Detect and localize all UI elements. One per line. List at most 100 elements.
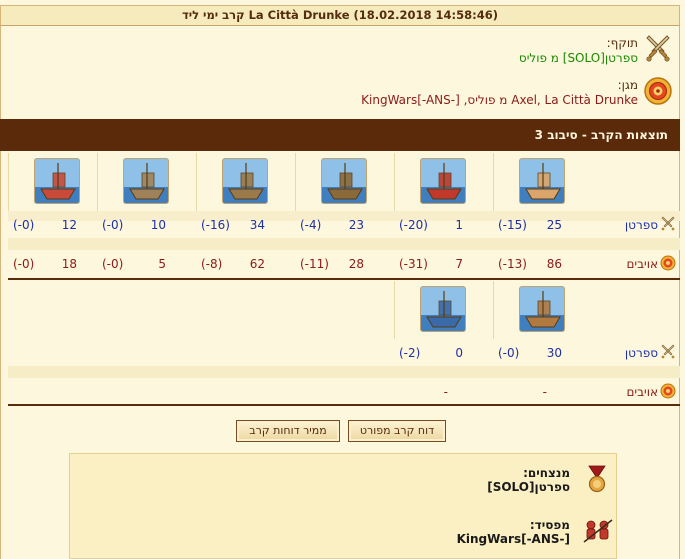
- round1-unit-cell: [97, 153, 196, 211]
- report-title: קרב ימי ליד La Città Drunke (18.02.2018 …: [0, 5, 680, 26]
- loser-value[interactable]: [-KingWars[-ANS: [457, 532, 570, 546]
- crossed-swords-icon: [661, 344, 675, 359]
- round2-attacker-loss: (-2): [399, 346, 421, 360]
- crossed-swords-icon: [646, 35, 670, 62]
- round2-attacker-count: 30: [546, 346, 562, 360]
- diving-boat-icon[interactable]: [519, 286, 565, 332]
- divider-2: [8, 404, 680, 406]
- crossed-swords-icon: [661, 216, 675, 231]
- round1-defender-label[interactable]: אויבים: [596, 252, 676, 276]
- round2-defender-dash: -: [443, 385, 448, 399]
- loser-block: מפסיד: [-KingWars[-ANS: [457, 518, 570, 546]
- round1-attacker-count: 10: [150, 218, 166, 232]
- paddle-steamer-icon[interactable]: [420, 286, 466, 332]
- round1-defender-loss: (-13): [498, 257, 527, 271]
- round1-attacker-loss: (-0): [13, 218, 35, 232]
- mortar-ship-icon[interactable]: [123, 158, 169, 204]
- defender-label: מגן:: [617, 78, 638, 92]
- round1-unit-cell: [295, 153, 394, 211]
- round1-attacker-label[interactable]: ספרטן: [596, 213, 676, 237]
- round1-attacker-cell: 12 (-0): [8, 213, 107, 237]
- round2-attacker-cell: 30 (-0): [493, 341, 592, 365]
- round2-defender-label[interactable]: אויבים: [596, 380, 676, 404]
- round2-attacker-loss: (-0): [498, 346, 520, 360]
- band-2: [8, 238, 680, 250]
- round1-attacker-cell: 10 (-0): [97, 213, 196, 237]
- shield-target-icon: [660, 255, 676, 271]
- band-3: [8, 366, 680, 378]
- round-header: תוצאות הקרב - סיבוב 3: [0, 119, 680, 151]
- round1-unit-cell: [196, 153, 295, 211]
- round1-defender-count: 86: [546, 257, 562, 271]
- winners-block: מנצחים: ספרטן[SOLO]: [487, 466, 570, 494]
- round2-attacker-cell: 0 (-2): [394, 341, 493, 365]
- round1-defender-loss: (-8): [201, 257, 223, 271]
- round2-defender-row: - - אויבים: [8, 380, 680, 404]
- round1-attacker-cell: 25 (-15): [493, 213, 592, 237]
- rocket-ship-icon[interactable]: [34, 158, 80, 204]
- round1-defender-count: 62: [249, 257, 265, 271]
- round2-attacker-label-text: ספרטן: [624, 346, 658, 360]
- round1-attacker-cell: 34 (-16): [196, 213, 295, 237]
- attacker-label: תוקף:: [606, 36, 638, 50]
- round1-unit-cell: [8, 153, 107, 211]
- round1-unit-cell: [493, 153, 592, 211]
- ballista-ship-icon[interactable]: [222, 158, 268, 204]
- round1-defender-count: 28: [348, 257, 364, 271]
- round1-attacker-cell: 23 (-4): [295, 213, 394, 237]
- attacker-value[interactable]: ספרטן[SOLO] מ פוליס: [0, 51, 638, 65]
- ship-icon[interactable]: [519, 158, 565, 204]
- detailed-report-button[interactable]: דוח קרב מפורט: [348, 420, 446, 442]
- round2-attacker-count: 0: [455, 346, 463, 360]
- round1-attacker-loss: (-20): [399, 218, 428, 232]
- round1-attacker-label-text: ספרטן: [624, 218, 658, 232]
- round1-defender-cell: 28 (-11): [295, 252, 394, 276]
- round1-attacker-loss: (-15): [498, 218, 527, 232]
- round1-attacker-loss: (-16): [201, 218, 230, 232]
- defender-info: מגן: Axel, La Città Drunke מ פוליס, [-Ki…: [0, 78, 638, 107]
- round2-defender-dash: -: [542, 385, 547, 399]
- divider-1: [8, 278, 680, 280]
- convert-reports-button[interactable]: ממיר דוחות קרב: [236, 420, 340, 442]
- fire-ship-icon[interactable]: [420, 158, 466, 204]
- catapult-ship-icon[interactable]: [321, 158, 367, 204]
- medal-icon: [588, 465, 606, 493]
- round1-attacker-count: 1: [455, 218, 463, 232]
- defeated-soldiers-icon: [583, 519, 613, 543]
- round1-attacker-loss: (-4): [300, 218, 322, 232]
- round1-defender-cell: 86 (-13): [493, 252, 592, 276]
- round2-attacker-label[interactable]: ספרטן: [596, 341, 676, 365]
- round2-unit-cell: [394, 281, 493, 339]
- round1-defender-cell: 7 (-31): [394, 252, 493, 276]
- winners-label: מנצחים:: [523, 466, 570, 480]
- round1-defender-count: 5: [158, 257, 166, 271]
- round1-defender-cell: 18 (-0): [8, 252, 107, 276]
- shield-target-icon: [660, 383, 676, 399]
- round1-attacker-count: 12: [61, 218, 77, 232]
- round1-attacker-cell: 1 (-20): [394, 213, 493, 237]
- round1-defender-cell: 62 (-8): [196, 252, 295, 276]
- loser-label: מפסיד:: [529, 518, 570, 532]
- result-box: מנצחים: ספרטן[SOLO] מפסיד: [-KingWars[-A…: [69, 453, 617, 559]
- round1-attacker-row: 25 (-15) 1 (-20) 23 (-4) 34 (-16) 10 (-0) 12 (-0) ספ…: [8, 213, 680, 237]
- attacker-info: תוקף: ספרטן[SOLO] מ פוליס: [0, 36, 638, 65]
- round2-defender-label-text: אויבים: [626, 385, 658, 399]
- shield-target-icon: [644, 77, 672, 105]
- round1-attacker-count: 25: [546, 218, 562, 232]
- round1-defender-count: 7: [455, 257, 463, 271]
- round1-defender-row: 86 (-13) 7 (-31) 28 (-11) 62 (-8) 5 (-0) 18 (-0) אוי…: [8, 252, 680, 276]
- round1-defender-label-text: אויבים: [626, 257, 658, 271]
- winners-value[interactable]: ספרטן[SOLO]: [487, 480, 570, 494]
- round2-attacker-row: 30 (-0) 0 (-2) ספרטן: [8, 341, 680, 365]
- round2-unit-cell: [493, 281, 592, 339]
- round1-unit-cell: [394, 153, 493, 211]
- round1-defender-count: 18: [61, 257, 77, 271]
- round2-defender-cell: -: [493, 380, 592, 404]
- round1-defender-loss: (-31): [399, 257, 428, 271]
- round1-attacker-count: 34: [249, 218, 265, 232]
- round2-defender-cell: -: [394, 380, 493, 404]
- defender-value[interactable]: Axel, La Città Drunke מ פוליס, [-KingWar…: [0, 93, 638, 107]
- round1-defender-cell: 5 (-0): [97, 252, 196, 276]
- round1-defender-loss: (-11): [300, 257, 329, 271]
- round1-attacker-count: 23: [348, 218, 364, 232]
